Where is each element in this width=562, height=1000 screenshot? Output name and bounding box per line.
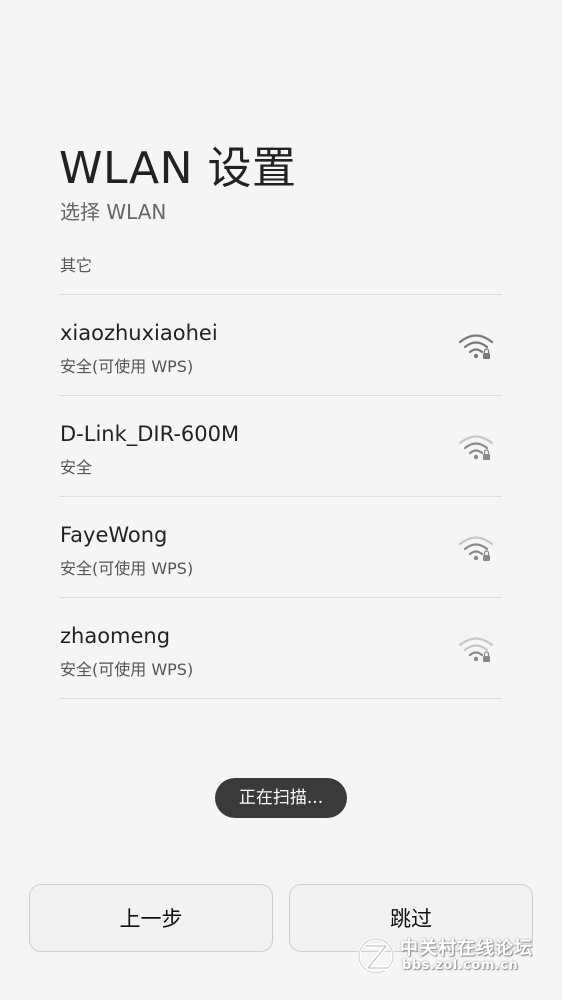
wlan-item-zhaomeng[interactable]: zhaomeng 安全(可使用 WPS)	[59, 598, 502, 699]
wlan-security: 其它	[60, 256, 93, 275]
zol-watermark: 中关村在线论坛 bbs.zol.com.cn	[356, 932, 556, 980]
wlan-security: 安全(可使用 WPS)	[60, 660, 194, 679]
page-title: WLAN 设置	[59, 143, 297, 194]
page-subtitle: 选择 WLAN	[60, 200, 167, 224]
wifi-lock-icon	[458, 334, 494, 359]
wlan-item-partial[interactable]: 其它	[59, 248, 502, 295]
wlan-item-d-link[interactable]: D-Link_DIR-600M 安全	[59, 396, 502, 497]
watermark-text: 中关村在线论坛	[400, 938, 533, 959]
wlan-list[interactable]: 其它 xiaozhuxiaohei 安全(可使用 WPS) D-Link_DIR…	[59, 248, 502, 700]
wifi-lock-icon	[458, 536, 494, 561]
wlan-name: zhaomeng	[60, 624, 171, 648]
wlan-security: 安全(可使用 WPS)	[60, 357, 194, 376]
wlan-security: 安全	[60, 458, 93, 477]
wlan-setup-screen: WLAN 设置 选择 WLAN 其它 xiaozhuxiaohei 安全(可使用…	[0, 0, 562, 1000]
wlan-security: 安全(可使用 WPS)	[60, 559, 194, 578]
watermark-url: bbs.zol.com.cn	[402, 958, 519, 973]
wifi-lock-icon	[458, 637, 494, 662]
previous-step-button[interactable]: 上一步	[29, 884, 273, 952]
wlan-name: xiaozhuxiaohei	[60, 321, 218, 345]
wifi-lock-icon	[458, 435, 494, 460]
wlan-item-xiaozhuxiaohei[interactable]: xiaozhuxiaohei 安全(可使用 WPS)	[59, 295, 502, 396]
wlan-list-content: 其它 xiaozhuxiaohei 安全(可使用 WPS) D-Link_DIR…	[59, 248, 502, 699]
scanning-toast: 正在扫描...	[215, 778, 347, 818]
wlan-item-fayewong[interactable]: FayeWong 安全(可使用 WPS)	[59, 497, 502, 598]
wlan-name: FayeWong	[60, 523, 168, 547]
wlan-name: D-Link_DIR-600M	[60, 422, 240, 446]
zol-logo-icon	[357, 937, 395, 975]
